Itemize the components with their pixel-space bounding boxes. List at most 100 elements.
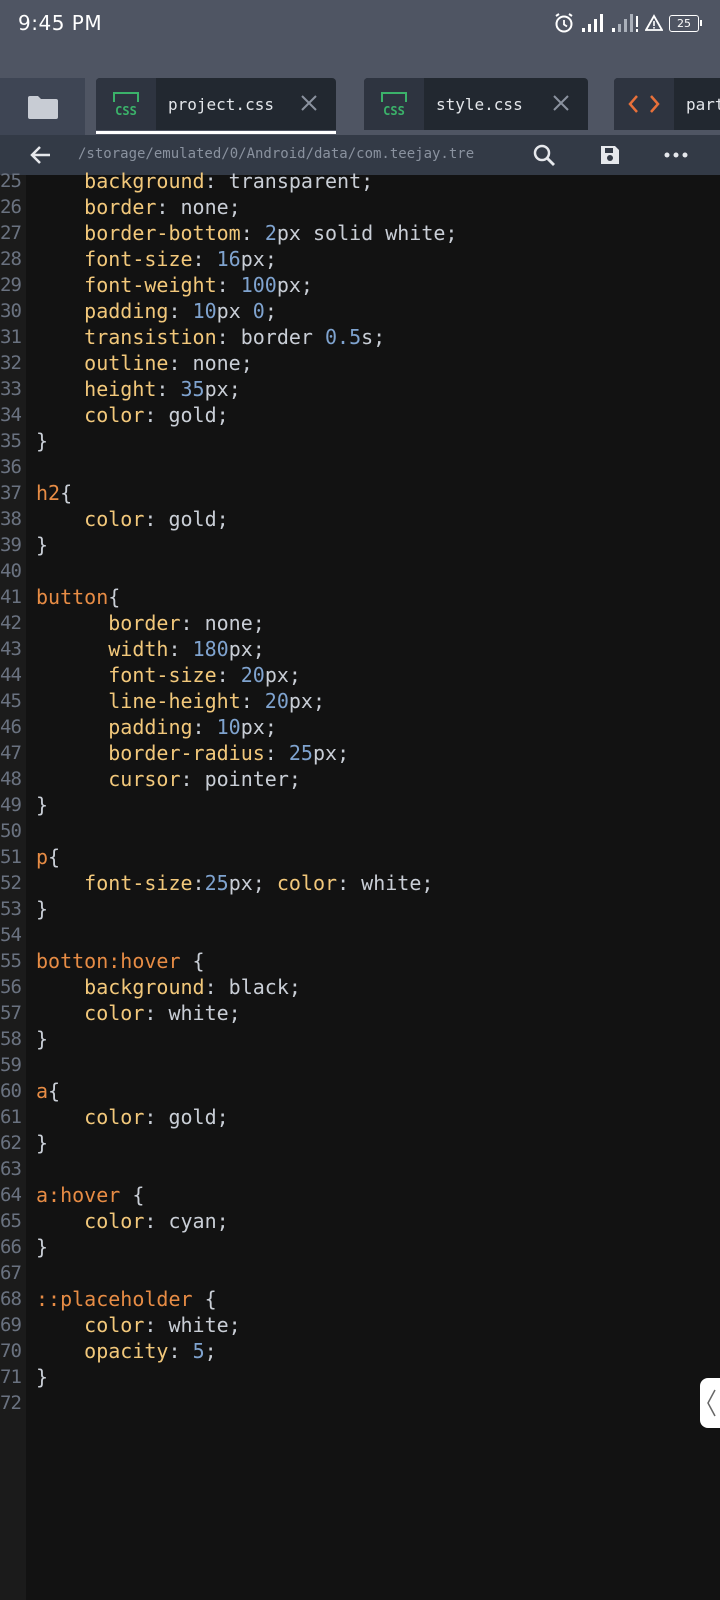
file-browser-button[interactable] (0, 78, 85, 135)
code-line[interactable]: 36 (0, 454, 720, 480)
back-arrow-icon[interactable] (28, 142, 54, 168)
code-line[interactable]: 27 border-bottom: 2px solid white; (0, 220, 720, 246)
line-number: 31 (0, 326, 22, 348)
code-line[interactable]: 62} (0, 1130, 720, 1156)
tab-label: part (686, 94, 720, 114)
code-line[interactable]: 52 font-size:25px; color: white; (0, 870, 720, 896)
code-line[interactable]: 63 (0, 1156, 720, 1182)
code-line[interactable]: 42 border: none; (0, 610, 720, 636)
code-line[interactable]: 48 cursor: pointer; (0, 766, 720, 792)
line-number: 26 (0, 196, 22, 218)
code-line[interactable]: 61 color: gold; (0, 1104, 720, 1130)
tab-project-css[interactable]: CSS project.css (96, 78, 336, 130)
code-line[interactable]: 28 font-size: 16px; (0, 246, 720, 272)
code-line[interactable]: 41 button{ (0, 584, 720, 610)
search-icon (533, 144, 555, 166)
code-line[interactable]: 59 (0, 1052, 720, 1078)
code-line[interactable]: 43 width: 180px; (0, 636, 720, 662)
code-line[interactable]: 51 p{ (0, 844, 720, 870)
code-line[interactable]: 70 opacity: 5; (0, 1338, 720, 1364)
status-icons: 25 (553, 12, 702, 34)
code-line[interactable]: 68::placeholder { (0, 1286, 720, 1312)
code-line[interactable]: 32 outline: none; (0, 350, 720, 376)
code-line[interactable]: 58} (0, 1026, 720, 1052)
code-line[interactable]: 49} (0, 792, 720, 818)
code-line[interactable]: 40 (0, 558, 720, 584)
line-number: 57 (0, 1002, 22, 1024)
code-line[interactable]: 26 border: none; (0, 194, 720, 220)
code-line[interactable]: 25 background: transparent; (0, 168, 720, 194)
line-number: 66 (0, 1236, 22, 1258)
search-button[interactable] (530, 141, 558, 169)
code-line[interactable]: 37 h2{ (0, 480, 720, 506)
code-text: outline: none; (84, 351, 253, 375)
line-number: 41 (0, 586, 22, 608)
file-path: /storage/emulated/0/Android/data/com.tee… (78, 146, 475, 162)
code-text: } (36, 533, 49, 557)
code-line[interactable]: 66} (0, 1234, 720, 1260)
line-number: 44 (0, 664, 22, 686)
code-line[interactable]: 31 transistion: border 0.5s; (0, 324, 720, 350)
code-text: font-size: 20px; (108, 663, 301, 687)
line-number: 30 (0, 300, 22, 322)
close-icon[interactable] (298, 92, 320, 114)
line-number: 61 (0, 1106, 22, 1128)
tab-style-css[interactable]: CSS style.css (364, 78, 588, 130)
code-text: button{ (36, 585, 121, 609)
code-line[interactable]: 39} (0, 532, 720, 558)
code-line[interactable]: 65 color: cyan; (0, 1208, 720, 1234)
code-line[interactable]: 50 (0, 818, 720, 844)
code-line[interactable]: 72 (0, 1390, 720, 1416)
code-text: h2{ (36, 481, 73, 505)
line-number: 53 (0, 898, 22, 920)
code-line[interactable]: 38 color: gold; (0, 506, 720, 532)
save-button[interactable] (596, 141, 624, 169)
code-text: color: cyan; (84, 1209, 229, 1233)
side-panel-handle[interactable] (700, 1378, 720, 1428)
code-text: } (36, 429, 49, 453)
code-line[interactable]: 46 padding: 10px; (0, 714, 720, 740)
code-line[interactable]: 55 botton:hover { (0, 948, 720, 974)
code-line[interactable]: 54 (0, 922, 720, 948)
more-options-button[interactable] (662, 141, 690, 169)
code-line[interactable]: 33 height: 35px; (0, 376, 720, 402)
code-line[interactable]: 64 a:hover { (0, 1182, 720, 1208)
code-text: } (36, 897, 49, 921)
line-number: 29 (0, 274, 22, 296)
code-line[interactable]: 67 (0, 1260, 720, 1286)
code-line[interactable]: 53} (0, 896, 720, 922)
line-number: 51 (0, 846, 22, 868)
code-line[interactable]: 29 font-weight: 100px; (0, 272, 720, 298)
code-text: p{ (36, 845, 61, 869)
line-number: 64 (0, 1184, 22, 1206)
close-icon[interactable] (550, 92, 572, 114)
line-number: 49 (0, 794, 22, 816)
code-line[interactable]: 57 color: white; (0, 1000, 720, 1026)
line-number: 34 (0, 404, 22, 426)
code-editor[interactable]: 25 background: transparent; 26 border: no… (0, 168, 720, 1416)
warning-icon (645, 14, 663, 31)
code-line[interactable]: 45 line-height: 20px; (0, 688, 720, 714)
code-line[interactable]: 47 border-radius: 25px; (0, 740, 720, 766)
code-line[interactable]: 69 color: white; (0, 1312, 720, 1338)
code-line[interactable]: 44 font-size: 20px; (0, 662, 720, 688)
tab-label: style.css (436, 94, 523, 114)
code-line[interactable]: 34 color: gold; (0, 402, 720, 428)
svg-text:CSS: CSS (115, 104, 137, 118)
code-line[interactable]: 60 a{ (0, 1078, 720, 1104)
line-number: 40 (0, 560, 22, 582)
line-number: 38 (0, 508, 22, 530)
code-text: a{ (36, 1079, 61, 1103)
line-number: 58 (0, 1028, 22, 1050)
code-line[interactable]: 56 background: black; (0, 974, 720, 1000)
line-number: 37 (0, 482, 22, 504)
code-line[interactable]: 71} (0, 1364, 720, 1390)
code-line[interactable]: 35} (0, 428, 720, 454)
code-line[interactable]: 30 padding: 10px 0; (0, 298, 720, 324)
line-number: 32 (0, 352, 22, 374)
line-number: 55 (0, 950, 22, 972)
tab-part[interactable]: part (614, 78, 720, 130)
code-text: border: none; (84, 195, 241, 219)
battery-level: 25 (677, 16, 691, 30)
code-text: line-height: 20px; (108, 689, 326, 713)
